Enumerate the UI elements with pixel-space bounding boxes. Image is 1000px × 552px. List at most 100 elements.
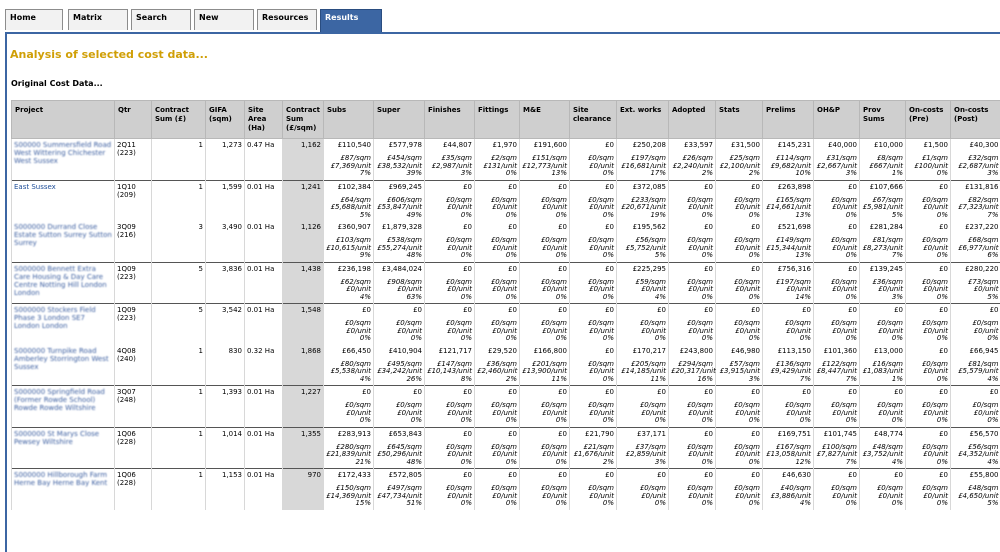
- cost-value: £37,171: [619, 430, 666, 438]
- cost-detail: 13%: [765, 252, 811, 260]
- cost-cell: £283,913£280/sqm£21,839/unit21%: [324, 427, 374, 469]
- column-header[interactable]: Super: [374, 101, 425, 139]
- column-header[interactable]: Prov Sums: [860, 101, 906, 139]
- project-link[interactable]: S000000 Hillborough Farm Herne Bay Herne…: [14, 471, 112, 487]
- column-header[interactable]: Finishes: [425, 101, 475, 139]
- column-header[interactable]: Prelims: [763, 101, 814, 139]
- cost-detail: 0%: [477, 170, 517, 178]
- cost-detail: 0%: [619, 335, 666, 343]
- quarter-cell: 1Q06(228): [115, 469, 152, 510]
- column-header[interactable]: Fittings: [475, 101, 520, 139]
- tab-home[interactable]: Home: [5, 9, 63, 30]
- cost-detail: 2%: [572, 459, 614, 467]
- cost-value: £283,913: [326, 430, 371, 438]
- cost-detail: 0%: [953, 335, 999, 343]
- cost-detail: 0%: [718, 459, 760, 467]
- cost-value: £3,484,024: [376, 265, 422, 273]
- quarter-cell: 1Q09(223): [115, 304, 152, 345]
- quarter-index: (228): [117, 438, 149, 446]
- gifa-cell: 1,599: [206, 180, 245, 221]
- column-header[interactable]: Site clearance: [570, 101, 617, 139]
- cost-detail: 0%: [619, 500, 666, 508]
- column-header[interactable]: OH&P: [814, 101, 860, 139]
- cost-value: £0: [376, 388, 422, 396]
- cost-detail: 8%: [427, 376, 472, 384]
- column-header[interactable]: Site Area (Ha): [245, 101, 283, 139]
- cost-value: £969,245: [376, 183, 422, 191]
- cost-detail: 13%: [765, 212, 811, 220]
- project-link[interactable]: East Sussex: [14, 183, 112, 191]
- cost-cell: £281,284£81/sqm£8,273/unit7%: [860, 221, 906, 262]
- cost-detail: 0%: [572, 212, 614, 220]
- column-header[interactable]: Stats: [716, 101, 763, 139]
- column-header[interactable]: Adopted: [669, 101, 716, 139]
- cost-detail: 4%: [953, 376, 999, 384]
- cost-cell: £0£0/sqm£0/unit0%: [716, 262, 763, 304]
- project-link[interactable]: S000000 Springfield Road (Former Rowde S…: [14, 388, 112, 412]
- column-header[interactable]: GIFA (sqm): [206, 101, 245, 139]
- cost-value: £0: [522, 388, 567, 396]
- cost-cell: £0£0/sqm£0/unit0%: [669, 262, 716, 304]
- tab-resources[interactable]: Resources: [257, 9, 317, 30]
- site-area-cell: 0.47 Ha: [245, 139, 283, 181]
- project-link[interactable]: S000000 St Marys Close Pewsey Wiltshire: [14, 430, 112, 446]
- tab-results[interactable]: Results: [320, 9, 382, 32]
- cost-value: £56,570: [953, 430, 999, 438]
- site-area-cell: 0.01 Ha: [245, 221, 283, 262]
- column-header[interactable]: Contract Sum (£): [152, 101, 206, 139]
- cost-detail: 12%: [765, 459, 811, 467]
- cost-cell: £13,000£16/sqm£1,083/unit1%: [860, 345, 906, 386]
- contract-sum-sqm-cell: 1,126: [283, 221, 324, 262]
- project-link[interactable]: S000000 Turnpike Road Amberley Storringt…: [14, 347, 112, 371]
- project-link[interactable]: S000000 Stockers Field Phase 3 London SE…: [14, 306, 112, 330]
- column-header[interactable]: Subs: [324, 101, 374, 139]
- cost-value: £572,805: [376, 471, 422, 479]
- cost-value: £10,000: [862, 141, 903, 149]
- cost-cell: £372,085£233/sqm£20,671/unit19%: [617, 180, 669, 221]
- cost-cell: £0£0/sqm£0/unit0%: [716, 180, 763, 221]
- table-row: S000000 Stockers Field Phase 3 London SE…: [12, 304, 1000, 345]
- gifa-cell: 1,273: [206, 139, 245, 181]
- cost-value: £0: [477, 430, 517, 438]
- cost-detail: 0%: [477, 212, 517, 220]
- cost-cell: £237,220£68/sqm£6,977/unit6%: [951, 221, 1000, 262]
- cost-value: £131,816: [953, 183, 999, 191]
- cost-detail: 0%: [816, 212, 857, 220]
- cost-cell: £121,717£147/sqm£10,143/unit8%: [425, 345, 475, 386]
- cost-cell: £0£0/sqm£0/unit0%: [906, 386, 951, 428]
- cost-cell: £0£0/sqm£0/unit0%: [570, 139, 617, 181]
- project-link[interactable]: S000000 Bennett Extra Care Housing & Day…: [14, 265, 112, 297]
- contract-sum-cell: 5: [152, 262, 206, 304]
- column-header[interactable]: Project: [12, 101, 115, 139]
- cost-value: £0: [477, 183, 517, 191]
- column-header[interactable]: On-costs (Post): [951, 101, 1000, 139]
- project-link[interactable]: S00000 Summersfield Road West Wittering …: [14, 141, 112, 165]
- column-header[interactable]: Contract Sum (£/sqm): [283, 101, 324, 139]
- table-row: S000000 Turnpike Road Amberley Storringt…: [12, 345, 1000, 386]
- column-header[interactable]: On-costs (Pre): [906, 101, 951, 139]
- table-body: S00000 Summersfield Road West Wittering …: [12, 139, 1000, 510]
- cost-cell: £0£0/sqm£0/unit0%: [669, 180, 716, 221]
- cost-cell: £0£0/sqm£0/unit0%: [570, 304, 617, 345]
- cost-detail: 6%: [953, 252, 999, 260]
- tab-matrix[interactable]: Matrix: [68, 9, 128, 30]
- cost-value: £0: [572, 265, 614, 273]
- cost-cell: £3,484,024£908/sqm£0/unit63%: [374, 262, 425, 304]
- project-link[interactable]: S000000 Durrand Close Estate Sutton Surr…: [14, 223, 112, 247]
- contract-sum-sqm-cell: 1,227: [283, 386, 324, 428]
- cost-value: £1,970: [477, 141, 517, 149]
- tab-new[interactable]: New: [194, 9, 254, 30]
- tab-search[interactable]: Search: [131, 9, 191, 30]
- cost-cell: £0£0/sqm£0/unit0%: [814, 469, 860, 510]
- column-header[interactable]: Ext. works: [617, 101, 669, 139]
- project-cell: S000000 Stockers Field Phase 3 London SE…: [12, 304, 115, 345]
- column-header[interactable]: Qtr: [115, 101, 152, 139]
- cost-detail: 0%: [522, 417, 567, 425]
- quarter-index: (216): [117, 231, 149, 239]
- cost-value: £0: [718, 183, 760, 191]
- cost-value: £101,745: [816, 430, 857, 438]
- column-header[interactable]: M&E: [520, 101, 570, 139]
- cost-cell: £55,800£48/sqm£4,650/unit5%: [951, 469, 1000, 510]
- cost-value: £0: [908, 347, 948, 355]
- cost-detail: 0%: [718, 294, 760, 302]
